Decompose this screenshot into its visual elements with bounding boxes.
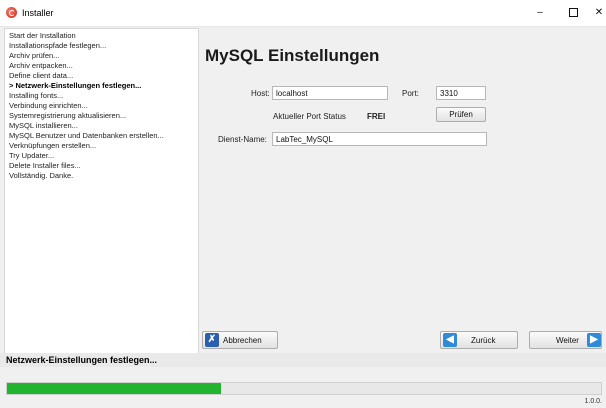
window-title: Installer	[22, 8, 54, 18]
arrow-right-icon: ▶	[587, 333, 601, 347]
host-label: Host:	[251, 89, 270, 98]
port-status-label: Aktueller Port Status	[273, 112, 346, 121]
arrow-left-icon: ◀	[443, 333, 457, 347]
close-button[interactable]: ✕	[590, 0, 606, 26]
cancel-x-icon: ✗	[205, 333, 219, 347]
page-title: MySQL Einstellungen	[205, 46, 380, 65]
cancel-button[interactable]: ✗ Abbrechen	[202, 331, 278, 349]
port-input[interactable]: 3310	[436, 86, 486, 100]
step-item: Installing fonts...	[9, 91, 64, 100]
title-bar: Installer – ✕	[0, 0, 606, 27]
cancel-button-label: Abbrechen	[223, 336, 262, 345]
step-item-active: > Netzwerk-Einstellungen festlegen...	[9, 81, 142, 90]
settings-panel: MySQL Einstellungen Host: localhost Port…	[200, 28, 602, 353]
minimize-button[interactable]: –	[523, 0, 557, 26]
step-item: MySQL Benutzer und Datenbanken erstellen…	[9, 131, 164, 140]
step-item: Start der Installation	[9, 31, 76, 40]
back-button-label: Zurück	[471, 336, 496, 345]
step-item: Try Updater...	[9, 151, 55, 160]
step-item: Archiv prüfen...	[9, 51, 60, 60]
status-text: Netzwerk-Einstellungen festlegen...	[6, 355, 158, 365]
maximize-button[interactable]	[556, 0, 590, 26]
step-item: Delete Installer files...	[9, 161, 81, 170]
step-item: Vollständig. Danke.	[9, 171, 74, 180]
next-button-label: Weiter	[556, 336, 579, 345]
progress-bar	[6, 382, 602, 395]
maximize-icon	[568, 7, 578, 17]
step-item: Archiv entpacken...	[9, 61, 73, 70]
next-button[interactable]: Weiter ▶	[529, 331, 602, 349]
step-item: Verbindung einrichten...	[9, 101, 88, 110]
installer-app-icon	[6, 7, 17, 18]
host-input[interactable]: localhost	[272, 86, 388, 100]
step-item: Installationspfade festlegen...	[9, 41, 107, 50]
step-item: MySQL installieren...	[9, 121, 78, 130]
service-name-label: Dienst-Name:	[218, 135, 267, 144]
status-bar: Netzwerk-Einstellungen festlegen...	[0, 353, 606, 367]
check-port-button[interactable]: Prüfen	[436, 107, 486, 122]
progress-bar-fill	[7, 383, 221, 394]
installation-steps-list: Start der Installation Installationspfad…	[4, 28, 199, 355]
step-item: Define client data...	[9, 71, 74, 80]
step-item: Verknüpfungen erstellen...	[9, 141, 97, 150]
back-button[interactable]: ◀ Zurück	[440, 331, 518, 349]
port-label: Port:	[402, 89, 419, 98]
service-name-input[interactable]: LabTec_MySQL	[272, 132, 487, 146]
version-label: 1.0.0.	[584, 398, 602, 405]
port-status-value: FREI	[367, 112, 386, 121]
step-item: Systemregistrierung aktualisieren...	[9, 111, 127, 120]
